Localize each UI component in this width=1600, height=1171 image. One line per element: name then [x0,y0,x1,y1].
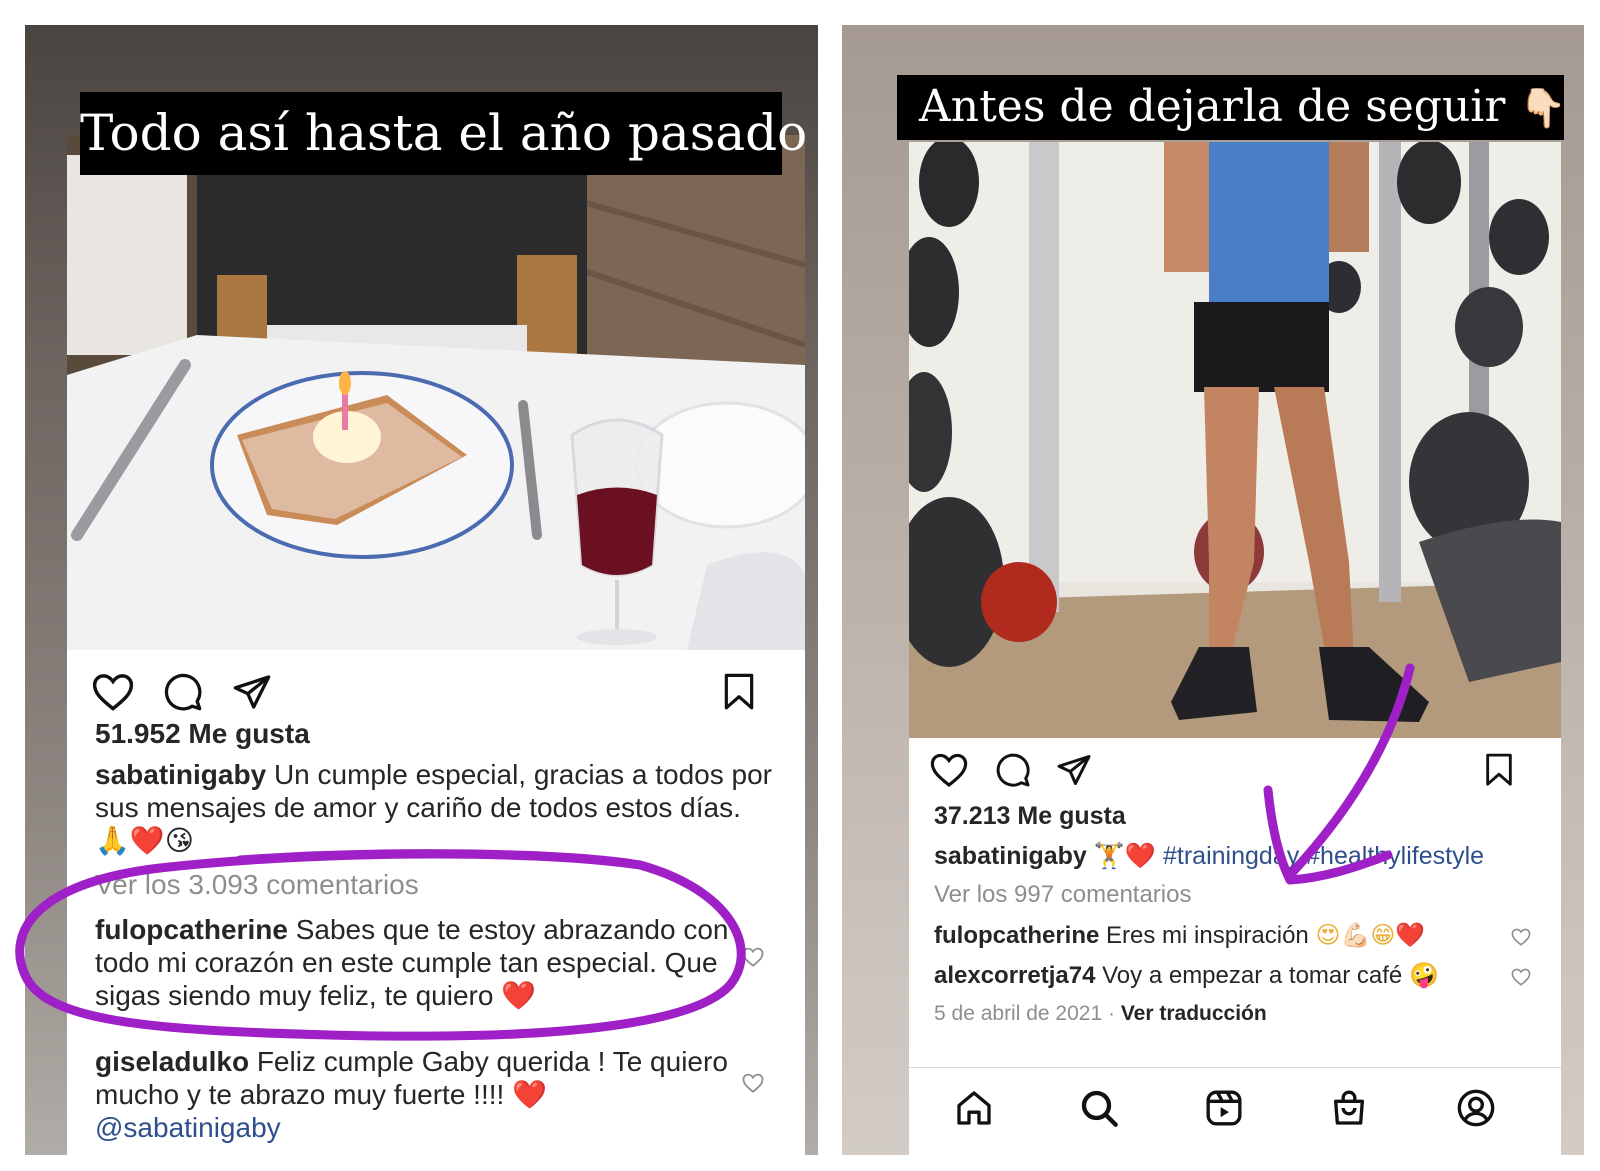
comment-emoji: ❤️ [512,1078,547,1111]
comment-item: fulopcatherine Eres mi inspiración 😍💪🏻😁❤… [934,920,1514,951]
left-story: Todo así hasta el año pasado 51.952 Me g… [25,25,818,1155]
comment-mention-link[interactable]: @sabatinigaby [95,1111,735,1144]
comment-emoji: 🤪 [1408,961,1439,989]
paper-plane-icon[interactable] [230,670,274,714]
likes-count[interactable]: 37.213 Me gusta [934,802,1126,831]
bookmark-icon[interactable] [1477,748,1521,792]
post-date: 5 de abril de 2021 [934,1002,1103,1025]
post-caption: sabatinigaby Un cumple especial, gracias… [95,758,775,857]
comment-username[interactable]: fulopcatherine [95,914,288,945]
caption-text: Antes de dejarla de seguir [919,81,1506,132]
shop-bag-icon[interactable] [1329,1088,1373,1132]
comment-icon[interactable] [991,748,1035,792]
heart-icon[interactable] [91,670,135,714]
meta-separator: · [1107,1002,1115,1025]
right-story: Antes de dejarla de seguir 👇🏻 37.213 Me … [842,25,1584,1155]
right-story-caption: Antes de dejarla de seguir 👇🏻 [897,75,1567,140]
birthday-cake-photo[interactable] [67,135,805,650]
bookmark-icon[interactable] [717,670,761,714]
caption-hashtags[interactable]: #trainingday #healthylifestyle [1163,842,1484,870]
gym-workout-photo[interactable] [909,142,1561,738]
heart-icon[interactable] [927,748,971,792]
likes-count[interactable]: 51.952 Me gusta [95,718,310,750]
search-icon[interactable] [1079,1088,1123,1132]
paper-plane-icon[interactable] [1052,748,1096,792]
comment-like-heart-icon[interactable] [1511,968,1531,991]
comment-item: alexcorretja74 Voy a empezar a tomar caf… [934,960,1514,991]
view-all-comments-link[interactable]: Ver los 997 comentarios [934,881,1191,909]
comment-item: giseladulko Feliz cumple Gaby querida ! … [95,1045,735,1144]
comment-like-heart-icon[interactable] [742,1073,764,1098]
see-translation-link[interactable]: Ver traducción [1121,1002,1267,1025]
profile-icon[interactable] [1456,1088,1500,1132]
right-post: 37.213 Me gusta sabatinigaby 🏋️❤️ #train… [909,142,1561,1155]
comment-icon[interactable] [161,670,205,714]
caption-emojis: 🏋️❤️ [1093,841,1157,870]
left-story-caption: Todo así hasta el año pasado [80,92,807,175]
caption-username[interactable]: sabatinigaby [934,842,1087,870]
comment-like-heart-icon[interactable] [742,947,764,972]
comment-emoji: ❤️ [501,979,537,1012]
screenshot-collage: Todo así hasta el año pasado 51.952 Me g… [0,0,1600,1171]
home-icon[interactable] [954,1088,998,1132]
caption-emojis: 🙏❤️😘 [95,824,194,857]
comment-text: Voy a empezar a tomar café [1102,962,1403,989]
left-post: 51.952 Me gusta sabatinigaby Un cumple e… [67,135,805,1155]
comment-like-heart-icon[interactable] [1511,928,1531,951]
comment-username[interactable]: fulopcatherine [934,922,1099,949]
comment-username[interactable]: giseladulko [95,1046,249,1077]
comment-username[interactable]: alexcorretja74 [934,962,1095,989]
comment-emoji: 😍💪🏻😁❤️ [1315,921,1426,949]
post-caption: sabatinigaby 🏋️❤️ #trainingday #healthyl… [934,840,1544,872]
pointing-down-icon: 👇🏻 [1519,86,1567,130]
bottom-nav-bar [909,1067,1561,1155]
post-meta: 5 de abril de 2021 · Ver traducción [934,1002,1267,1026]
caption-username[interactable]: sabatinigaby [95,759,266,790]
comment-item: fulopcatherine Sabes que te estoy abraza… [95,913,735,1012]
reels-icon[interactable] [1204,1088,1248,1132]
view-all-comments-link[interactable]: Ver los 3.093 comentarios [95,869,419,901]
comment-text: Eres mi inspiración [1106,922,1309,949]
